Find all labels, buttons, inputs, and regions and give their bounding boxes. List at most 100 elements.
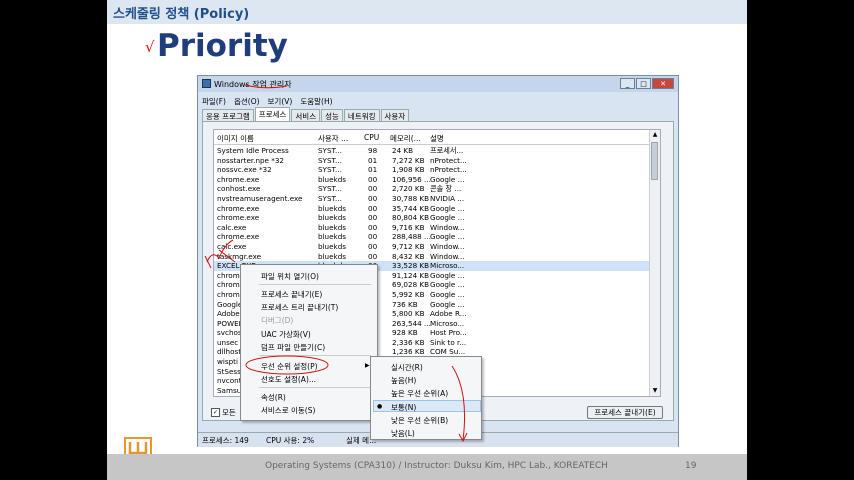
priority-low[interactable]: 낮음(L)	[391, 428, 415, 439]
cell-desc: Host Pro...	[430, 328, 467, 338]
cell-desc: Google ...	[430, 213, 465, 223]
cell-desc: Google ...	[430, 270, 465, 280]
table-row[interactable]: System Idle Process SYST... 98 24 KB 프로세서...	[214, 146, 660, 156]
cell-cpu: 00	[368, 174, 378, 184]
menu-properties[interactable]: 속성(R)	[261, 392, 286, 403]
menu-debug: 디버그(D)	[261, 316, 294, 325]
column-memory[interactable]: 메모리(...	[390, 133, 421, 144]
cell-name: System Idle Process	[217, 146, 289, 155]
menu-uac-virtualization[interactable]: UAC 가상화(V)	[261, 329, 311, 340]
menu-options[interactable]: 옵션(O)	[234, 96, 260, 107]
menu-create-dump-file[interactable]: 덤프 파일 만들기(C)	[261, 342, 325, 353]
cell-user: bluekds	[318, 232, 347, 242]
table-row[interactable]: nossvc.exe *32 SYST... 01 1,908 KB nProtect.…	[214, 165, 660, 175]
table-row[interactable]: nvstreamuseragent.exe SYST... 00 30,788 KB N…	[214, 194, 660, 204]
menu-separator	[259, 284, 371, 285]
scroll-down-icon[interactable]: ▼	[650, 386, 660, 396]
minimize-button[interactable]: _	[620, 78, 635, 89]
cell-mem: 106,956 ...	[392, 174, 431, 184]
maximize-button[interactable]: □	[636, 78, 651, 89]
menu-file[interactable]: 파일(F)	[202, 96, 226, 107]
cell-user: SYST...	[318, 184, 342, 194]
priority-submenu: 실시간(R) 높음(H) 높은 우선 순위(A) ● 보통(N) 낮은 우선 순…	[370, 356, 482, 440]
priority-below-normal[interactable]: 낮은 우선 순위(B)	[391, 415, 448, 426]
table-row[interactable]: chrome.exe bluekds 00 288,488 ... Google ...	[214, 232, 660, 242]
vertical-scrollbar[interactable]: ▲ ▼	[649, 130, 660, 396]
table-row[interactable]: chrome.exe bluekds 00 35,744 KB Google ...	[214, 204, 660, 214]
menu-view[interactable]: 보기(V)	[268, 96, 293, 107]
show-all-checkbox-icon[interactable]: ✓	[211, 408, 220, 417]
table-row[interactable]: chrome.exe bluekds 00 80,804 KB Google ...	[214, 213, 660, 223]
cell-mem: 736 KB	[392, 299, 418, 309]
table-row[interactable]: nosstarter.npe *32 SYST... 01 7,272 KB nProt…	[214, 156, 660, 166]
end-process-button[interactable]: 프로세스 끝내기(E)	[587, 406, 663, 419]
cell-name: chrome.exe	[217, 232, 260, 242]
menu-end-process-tree[interactable]: 프로세스 트리 끝내기(T)	[261, 302, 338, 313]
cell-cpu: 00	[368, 251, 378, 261]
menu-open-file-location[interactable]: 파일 위치 열기(O)	[261, 271, 319, 282]
cell-cpu: 01	[368, 165, 378, 175]
menu-set-affinity[interactable]: 선호도 설정(A)...	[261, 374, 316, 385]
table-row[interactable]: calc.exe bluekds 00 9,712 KB Window...	[214, 242, 660, 252]
cell-desc: Google ...	[430, 289, 465, 299]
cell-user: SYST...	[318, 193, 342, 203]
cell-mem: 928 KB	[392, 328, 418, 338]
column-cpu[interactable]: CPU	[364, 133, 379, 142]
column-user[interactable]: 사용자 ...	[318, 133, 348, 144]
menu-help[interactable]: 도움말(H)	[300, 96, 332, 107]
priority-high[interactable]: 높음(H)	[391, 375, 416, 386]
cell-user: SYST...	[318, 155, 342, 165]
cell-desc: NVIDIA ...	[430, 193, 465, 203]
cell-desc: Google ...	[430, 299, 465, 309]
tab-processes[interactable]: 프로세스	[254, 107, 291, 122]
cell-name: nosstarter.npe *32	[217, 155, 285, 165]
scroll-up-icon[interactable]: ▲	[650, 130, 660, 140]
scroll-thumb[interactable]	[651, 142, 658, 180]
radio-selected-icon: ●	[377, 403, 383, 410]
cell-name: conhost.exe	[217, 184, 261, 194]
cell-name: chrome.exe	[217, 213, 260, 223]
cell-name: nossvc.exe *32	[217, 165, 272, 175]
section-title: 스케줄링 정책 (Policy)	[113, 7, 250, 22]
cell-name: Google	[217, 299, 243, 309]
table-row[interactable]: chrome.exe bluekds 00 106,956 ... Google ...	[214, 175, 660, 185]
cell-mem: 2,336 KB	[392, 337, 425, 347]
cell-cpu: 00	[368, 203, 378, 213]
menu-bar: 파일(F) 옵션(O) 보기(V) 도움말(H)	[202, 96, 333, 107]
menu-set-priority[interactable]: 우선 순위 설정(P)	[261, 361, 318, 372]
cell-name: unsec	[217, 337, 239, 347]
cell-name: calc.exe	[217, 241, 247, 251]
cell-user: bluekds	[318, 213, 347, 223]
cell-desc: Google ...	[430, 174, 465, 184]
process-context-menu: 파일 위치 열기(O) 프로세스 끝내기(E) 프로세스 트리 끝내기(T) 디…	[240, 264, 378, 421]
cell-user: bluekds	[318, 241, 347, 251]
column-image-name[interactable]: 이미지 이름	[217, 133, 254, 144]
cell-desc: Sink to r...	[430, 337, 467, 347]
table-row[interactable]: calc.exe bluekds 00 9,716 KB Window...	[214, 223, 660, 233]
cell-name: chrom	[217, 270, 240, 280]
cell-desc: nProtect...	[430, 155, 467, 165]
cell-mem: 288,488 ...	[392, 232, 431, 242]
cell-mem: 24 KB	[392, 146, 414, 155]
selected-item-highlight	[373, 400, 481, 412]
menu-end-process[interactable]: 프로세스 끝내기(E)	[261, 289, 322, 300]
priority-above-normal[interactable]: 높은 우선 순위(A)	[391, 388, 448, 399]
cell-mem: 9,712 KB	[392, 241, 425, 251]
cell-name: calc.exe	[217, 222, 247, 232]
priority-normal[interactable]: 보통(N)	[391, 402, 416, 413]
column-description[interactable]: 설명	[430, 133, 444, 144]
cell-cpu: 01	[368, 155, 378, 165]
cell-user: bluekds	[318, 174, 347, 184]
window-title-bar[interactable]: Windows 작업 관리자 _ □ ✕	[198, 76, 678, 92]
show-all-processes[interactable]: ✓ 모든	[211, 407, 236, 418]
cell-mem: 69,028 KB	[392, 280, 430, 290]
priority-realtime[interactable]: 실시간(R)	[391, 362, 423, 373]
menu-go-to-service[interactable]: 서비스로 이동(S)	[261, 405, 315, 416]
column-header-row: 이미지 이름 사용자 ... CPU 메모리(... 설명	[214, 130, 660, 145]
table-row[interactable]: conhost.exe SYST... 00 2,720 KB 콘솔 창 ...	[214, 184, 660, 194]
slide-header: 스케줄링 정책 (Policy)	[107, 0, 747, 24]
cell-cpu: 00	[368, 222, 378, 232]
close-button[interactable]: ✕	[652, 78, 674, 89]
cell-name: dllhost	[217, 347, 242, 357]
table-row[interactable]: taskmgr.exe bluekds 00 8,432 KB Window...	[214, 252, 660, 262]
